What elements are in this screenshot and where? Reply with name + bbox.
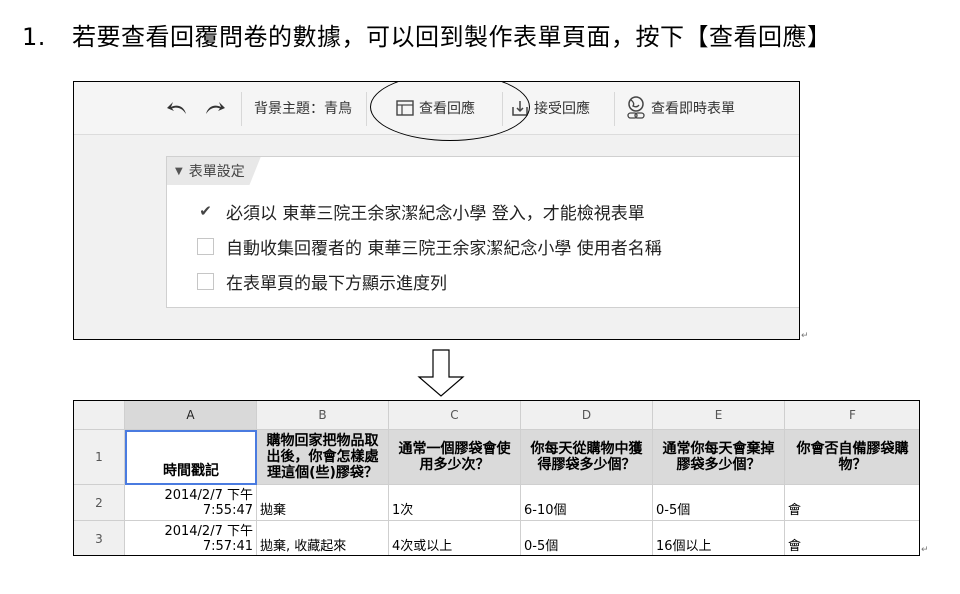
globe-link-icon [627, 96, 645, 119]
step-number: 1. [22, 23, 46, 51]
row-header-2[interactable]: 2 [74, 485, 125, 521]
checkbox[interactable] [197, 237, 214, 255]
option-require-login[interactable]: ✔ 必須以 東華三院王余家潔紀念小學 登入，才能檢視表單 [197, 199, 645, 224]
header-cell-reuse-count[interactable]: 通常一個膠袋會使用多少次？ [389, 430, 521, 485]
instruction-body: 若要查看回覆問卷的數據，可以回到製作表單頁面，按下【查看回應】 [72, 23, 832, 51]
checkbox[interactable] [197, 272, 214, 290]
column-header-f[interactable]: F [785, 401, 919, 430]
redo-button[interactable] [204, 82, 226, 134]
table-cell[interactable]: 0-5個 [653, 485, 785, 521]
table-cell-timestamp[interactable]: 2014/2/7 下午 7:55:47 [125, 485, 257, 521]
option-progress-bar[interactable]: 在表單頁的最下方顯示進度列 [197, 269, 447, 294]
spreadsheet-icon [396, 100, 414, 116]
theme-label: 背景主題：青鳥 [254, 101, 352, 117]
undo-button[interactable] [166, 82, 188, 134]
table-cell[interactable]: 6-10個 [521, 485, 653, 521]
form-settings-tab[interactable]: ▼ 表單設定 [167, 157, 261, 185]
column-header-d[interactable]: D [521, 401, 653, 430]
option-label: 必須以 東華三院王余家潔紀念小學 登入，才能檢視表單 [226, 203, 645, 224]
column-header-e[interactable]: E [653, 401, 785, 430]
caret-down-icon: ▼ [175, 165, 183, 177]
checkmark-icon[interactable]: ✔ [197, 202, 214, 220]
table-cell-timestamp[interactable]: 2014/2/7 下午 7:57:41 [125, 521, 257, 555]
timestamp-date: 2014/2/7 下午 [164, 524, 253, 539]
accept-responses-label: 接受回應 [534, 101, 590, 117]
header-cell-disposal[interactable]: 購物回家把物品取出後，你會怎樣處理這個(些)膠袋？ [257, 430, 389, 485]
table-cell[interactable]: 1次 [389, 485, 521, 521]
form-toolbar: 背景主題：青鳥 查看回應 接受回應 查看即時表單 [74, 82, 799, 141]
timestamp-date: 2014/2/7 下午 [164, 488, 253, 503]
accept-responses-button[interactable]: 接受回應 [511, 82, 590, 134]
view-live-form-button[interactable]: 查看即時表單 [626, 82, 735, 134]
table-cell[interactable]: 4次或以上 [389, 521, 521, 555]
row-header-3[interactable]: 3 [74, 521, 125, 555]
toolbar-divider [502, 92, 503, 126]
option-collect-username[interactable]: 自動收集回覆者的 東華三院王余家潔紀念小學 使用者名稱 [197, 234, 662, 259]
down-arrow-icon [417, 349, 465, 397]
timestamp-time: 7:55:47 [202, 503, 253, 518]
responses-spreadsheet: A B C D E F 1 時間戳記 購物回家把物品取出後，你會怎樣處理這個(些… [73, 400, 920, 556]
redo-arrow-icon [206, 102, 225, 114]
option-label: 在表單頁的最下方顯示進度列 [226, 273, 447, 294]
toolbar-divider [241, 92, 242, 126]
row-header-1[interactable]: 1 [74, 430, 125, 485]
table-cell[interactable]: 16個以上 [653, 521, 785, 555]
undo-arrow-icon [167, 102, 186, 114]
sheet-corner[interactable] [74, 401, 125, 430]
column-header-c[interactable]: C [389, 401, 521, 430]
table-cell[interactable]: 拋棄, 收藏起來 [257, 521, 389, 555]
table-cell[interactable]: 會 [785, 485, 919, 521]
view-live-form-label: 查看即時表單 [651, 101, 735, 117]
header-cell-own-bag[interactable]: 你會否自備膠袋購物？ [785, 430, 919, 485]
option-label: 自動收集回覆者的 東華三院王余家潔紀念小學 使用者名稱 [226, 238, 662, 259]
toolbar-divider [614, 92, 615, 126]
header-cell-daily-discarded[interactable]: 通常你每天會棄掉膠袋多少個？ [653, 430, 785, 485]
table-cell[interactable]: 0-5個 [521, 521, 653, 555]
timestamp-time: 7:57:41 [202, 539, 253, 554]
table-cell[interactable]: 會 [785, 521, 919, 555]
header-cell-timestamp[interactable]: 時間戳記 [125, 430, 257, 485]
form-settings-label: 表單設定 [188, 164, 245, 180]
theme-button[interactable]: 背景主題：青鳥 [254, 82, 352, 134]
paragraph-mark-icon: ↵ [801, 331, 809, 341]
paragraph-mark-icon: ↵ [921, 545, 929, 555]
column-header-b[interactable]: B [257, 401, 389, 430]
column-header-a[interactable]: A [125, 401, 257, 430]
table-cell[interactable]: 拋棄 [257, 485, 389, 521]
header-cell-daily-obtained[interactable]: 你每天從購物中獲得膠袋多少個？ [521, 430, 653, 485]
form-editor-screenshot: 背景主題：青鳥 查看回應 接受回應 查看即時表單 ▼ 表單設定 ✔ 必須以 東華… [73, 81, 800, 340]
inbox-download-icon [512, 101, 528, 116]
toolbar-divider [366, 92, 367, 126]
instruction-text: 1. 若要查看回覆問卷的數據，可以回到製作表單頁面，按下【查看回應】 [22, 17, 832, 52]
form-settings-panel: ▼ 表單設定 ✔ 必須以 東華三院王余家潔紀念小學 登入，才能檢視表單 自動收集… [166, 156, 799, 308]
view-responses-label: 查看回應 [419, 101, 475, 117]
view-responses-button[interactable]: 查看回應 [396, 82, 475, 134]
